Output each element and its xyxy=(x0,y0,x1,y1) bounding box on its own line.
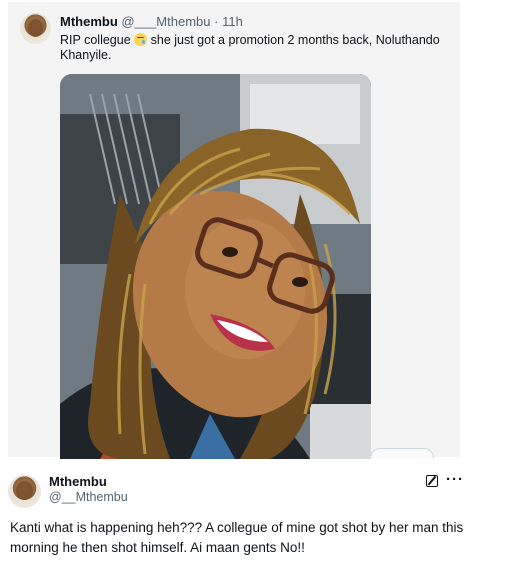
tweet-text: Kanti what is happening heh??? A collegu… xyxy=(10,520,464,555)
display-name[interactable]: Mthembu xyxy=(60,14,118,29)
photo-portrait xyxy=(60,74,371,459)
tweet-time[interactable]: 11h xyxy=(222,14,243,29)
user-handle[interactable]: @___Mthembu xyxy=(121,14,210,29)
user-avatar[interactable] xyxy=(20,13,51,44)
grok-edit-icon[interactable] xyxy=(426,475,438,487)
tweet-photo[interactable] xyxy=(60,74,371,459)
tweet-text-part-1: RIP collegue xyxy=(60,33,131,47)
tweet-header: Mthembu @___Mthembu · 11h xyxy=(60,14,243,29)
tweet-card-second[interactable]: Mthembu @__Mthembu ··· Kanti what is hap… xyxy=(0,463,524,564)
user-avatar[interactable] xyxy=(8,475,41,508)
photo-overlay-stub xyxy=(370,448,434,458)
display-name[interactable]: Mthembu xyxy=(49,474,107,489)
user-handle[interactable]: @__Mthembu xyxy=(49,490,128,504)
tweet-text: RIP collegue she just got a promotion 2 … xyxy=(60,33,455,63)
separator-dot: · xyxy=(214,14,219,29)
more-options-icon[interactable]: ··· xyxy=(446,471,464,488)
tweet-card-first[interactable]: Mthembu @___Mthembu · 11h RIP collegue s… xyxy=(8,2,460,459)
crying-face-emoji-icon xyxy=(134,33,148,46)
